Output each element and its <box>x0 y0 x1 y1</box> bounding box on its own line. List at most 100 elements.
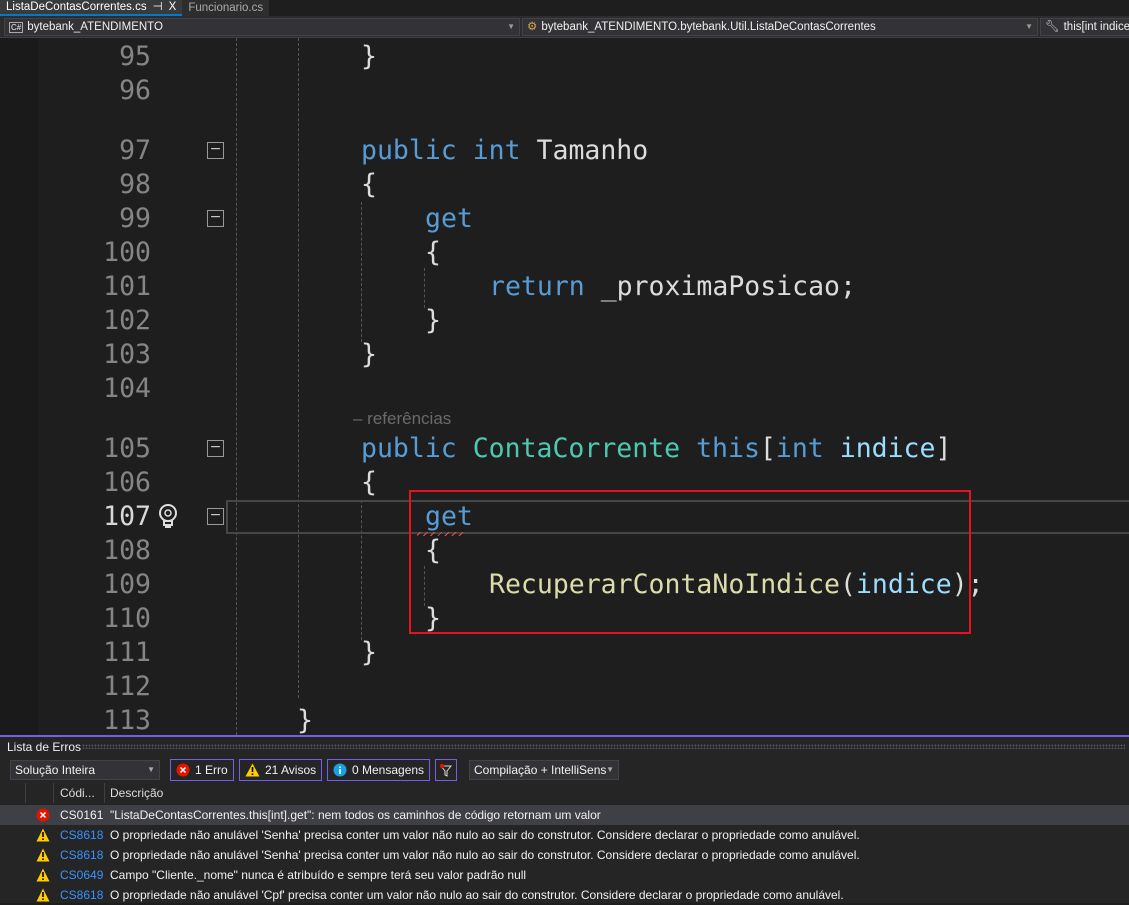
line-number: 98 <box>119 169 151 200</box>
error-code[interactable]: CS8618 <box>60 825 103 845</box>
navigation-bar: C# bytebank_ATENDIMENTO ▼ ⚙ bytebank_ATEN… <box>0 16 1129 38</box>
column-code[interactable]: Códi... <box>60 786 95 800</box>
code-line[interactable]: 108 { <box>0 534 1129 568</box>
code-line[interactable]: 101 return _proximaPosicao; <box>0 270 1129 304</box>
line-number: 107 <box>103 501 151 532</box>
collapse-icon[interactable]: − <box>207 440 224 457</box>
line-number: 104 <box>103 373 151 404</box>
code-token: this <box>696 433 760 464</box>
code-editor[interactable]: 95} 96 97 public int Tamanho −98{99 get −100{1… <box>0 38 1129 735</box>
error-list-panel: Lista de Erros Solução Inteira ▼ 1 Erro 2… <box>0 735 1129 903</box>
code-token: } <box>425 603 441 634</box>
source-dropdown[interactable]: Compilação + IntelliSens ▼ <box>469 760 619 780</box>
error-code[interactable]: CS8618 <box>60 885 103 905</box>
tab-label: ListaDeContasCorrentes.cs <box>6 0 147 13</box>
code-line[interactable]: 99 get <box>0 202 1129 236</box>
code-text: public ContaCorrente this[int indice] <box>361 432 951 466</box>
code-line[interactable]: 105 public ContaCorrente this[int indice] <box>0 432 1129 466</box>
code-line[interactable]: 100 { <box>0 236 1129 270</box>
line-number: 101 <box>103 271 151 302</box>
code-line[interactable]: 109 RecuperarContaNoIndice(indice); <box>0 568 1129 602</box>
code-line[interactable]: 95} <box>0 40 1129 74</box>
line-number: 113 <box>103 705 151 735</box>
line-number: 95 <box>119 41 151 72</box>
line-number: 106 <box>103 467 151 498</box>
code-line[interactable]: 110} <box>0 602 1129 636</box>
line-number: 99 <box>119 203 151 234</box>
tab-listadecontascorrentes[interactable]: ListaDeContasCorrentes.cs ⊣ X <box>0 0 183 16</box>
code-line[interactable]: 98 { <box>0 168 1129 202</box>
error-row[interactable]: CS0161 "ListaDeContasCorrentes.this[int].… <box>0 805 1129 825</box>
project-dropdown[interactable]: C# bytebank_ATENDIMENTO ▼ <box>4 18 520 36</box>
panel-grip[interactable] <box>82 744 1125 749</box>
line-number: 103 <box>103 339 151 370</box>
errors-filter-button[interactable]: 1 Erro <box>170 759 234 781</box>
error-list-toolbar: Solução Inteira ▼ 1 Erro 21 Avisos 0 Mens… <box>0 759 1129 783</box>
line-number: 112 <box>103 671 151 702</box>
line-number: 108 <box>103 535 151 566</box>
column-description[interactable]: Descrição <box>110 786 163 800</box>
filter-button[interactable] <box>435 759 457 781</box>
code-token: ( <box>840 569 856 600</box>
code-line[interactable]: 96 <box>0 74 1129 108</box>
codelens-references[interactable]: – referências <box>353 406 451 432</box>
messages-filter-button[interactable]: 0 Mensagens <box>327 759 431 781</box>
code-token: Tamanho <box>520 135 649 166</box>
error-row[interactable]: CS0649 Campo "Cliente._nome" nunca é atri… <box>0 865 1129 885</box>
code-line[interactable]: 103} <box>0 338 1129 372</box>
warnings-filter-button[interactable]: 21 Avisos <box>239 759 323 781</box>
error-row[interactable]: CS8618 O propriedade não anulável 'Senha'… <box>0 845 1129 865</box>
code-token: { <box>361 169 377 200</box>
error-code[interactable]: CS0649 <box>60 865 103 885</box>
line-number: 105 <box>103 433 151 464</box>
chevron-down-icon: ▼ <box>1025 22 1033 31</box>
pin-icon[interactable]: ⊣ <box>153 0 163 15</box>
warning-icon <box>36 868 50 882</box>
code-text: { <box>361 168 377 202</box>
code-text: { <box>425 534 441 568</box>
code-text: get <box>425 500 473 534</box>
code-token: { <box>425 535 441 566</box>
line-number: 102 <box>103 305 151 336</box>
collapse-icon[interactable]: − <box>207 210 224 227</box>
code-text: public int Tamanho <box>361 134 648 168</box>
error-description: "ListaDeContasCorrentes.this[int].get": … <box>110 808 601 822</box>
code-line[interactable]: 97 public int Tamanho <box>0 134 1129 168</box>
code-line[interactable]: 104 <box>0 372 1129 406</box>
document-tabs: ListaDeContasCorrentes.cs ⊣ X Funcionari… <box>0 0 1129 16</box>
line-number: 110 <box>103 603 151 634</box>
error-code[interactable]: CS8618 <box>60 845 103 865</box>
code-line[interactable]: 111} <box>0 636 1129 670</box>
line-number: 100 <box>103 237 151 268</box>
type-dropdown[interactable]: ⚙ bytebank_ATENDIMENTO.bytebank.Util.Lis… <box>522 18 1038 36</box>
code-token: ] <box>935 433 952 464</box>
error-icon <box>36 808 50 822</box>
close-icon[interactable]: X <box>169 0 177 15</box>
error-row[interactable]: CS8618 O propriedade não anulável 'Cpf' p… <box>0 885 1129 905</box>
collapse-icon[interactable]: − <box>207 508 224 525</box>
error-code[interactable]: CS0161 <box>60 805 103 825</box>
code-line[interactable]: 107 get <box>0 500 1129 534</box>
panel-title: Lista de Erros <box>7 740 82 754</box>
code-line[interactable]: 106 { <box>0 466 1129 500</box>
code-line[interactable]: 113} <box>0 704 1129 735</box>
error-row[interactable]: CS8618 O propriedade não anulável 'Senha'… <box>0 825 1129 845</box>
member-name: this[int indice] <box>1063 21 1129 33</box>
code-text: RecuperarContaNoIndice(indice); <box>489 568 984 602</box>
code-token: } <box>361 41 377 72</box>
code-line[interactable]: 102} <box>0 304 1129 338</box>
code-text: } <box>361 338 377 372</box>
line-number: 111 <box>103 637 151 668</box>
code-token: get <box>425 203 473 234</box>
csharp-project-icon: C# <box>9 21 24 33</box>
collapse-icon[interactable]: − <box>207 142 224 159</box>
messages-count: 0 Mensagens <box>352 763 425 777</box>
code-token: } <box>297 705 313 735</box>
member-dropdown[interactable]: 🔧︎ this[int indice] <box>1040 18 1129 36</box>
warnings-count: 21 Avisos <box>265 763 317 777</box>
code-line[interactable]: 112 <box>0 670 1129 704</box>
scope-dropdown[interactable]: Solução Inteira ▼ <box>10 760 160 780</box>
tab-funcionario[interactable]: Funcionario.cs <box>182 0 270 16</box>
